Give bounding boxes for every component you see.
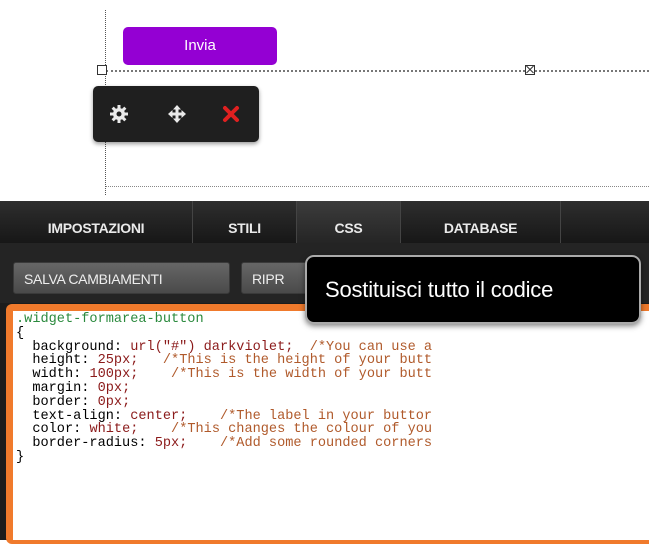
css-selector: .widget-formarea-button [16, 312, 204, 327]
tab-css[interactable]: CSS [297, 201, 401, 243]
tooltip-replace-all-code: Sostituisci tutto il codice [305, 255, 641, 324]
restore-button[interactable]: RIPR [241, 262, 311, 294]
code-comment: /*You can use a [309, 339, 433, 355]
canvas-guide-horizontal [106, 186, 649, 187]
submit-button[interactable]: Invia [123, 27, 277, 65]
code-line: background: [32, 339, 131, 355]
widget-toolbar [93, 86, 259, 142]
code-line: text-align: [32, 408, 131, 424]
code-line: margin: [32, 380, 98, 396]
code-comment: /*This is the width of your butt [171, 367, 433, 383]
code-line: height: [32, 353, 98, 369]
code-value: 0px; [97, 380, 131, 396]
code-value: 25px; [97, 353, 139, 369]
code-value: 0px; [97, 394, 131, 410]
code-line: border: [32, 394, 98, 410]
gear-icon[interactable] [99, 86, 139, 142]
resize-handle-left[interactable] [97, 65, 107, 75]
code-value: 100px; [89, 367, 139, 383]
code-comment: /*This changes the colour of you [171, 422, 433, 438]
code-value: center; [130, 408, 188, 424]
open-brace: { [16, 325, 25, 341]
code-line: width: [32, 367, 90, 383]
close-icon[interactable] [211, 86, 251, 142]
css-code[interactable]: .widget-formarea-button { background: ur… [16, 313, 432, 465]
save-changes-button[interactable]: SALVA CAMBIAMENTI [13, 262, 230, 294]
move-arrows-icon[interactable] [157, 86, 197, 142]
code-line: color: [32, 422, 90, 438]
code-comment: /*Add some rounded corners [219, 436, 433, 452]
code-comment: /*The label in your buttor [219, 408, 433, 424]
tab-impostazioni[interactable]: IMPOSTAZIONI [0, 201, 193, 243]
code-line: border-radius: [32, 436, 155, 452]
code-value: 5px; [154, 436, 188, 452]
tab-database[interactable]: DATABASE [401, 201, 561, 243]
code-value: white; [89, 422, 139, 438]
code-value: url("#") darkviolet; [130, 339, 294, 355]
resize-handle-right[interactable] [525, 65, 535, 75]
tab-stili[interactable]: STILI [193, 201, 297, 243]
close-brace: } [16, 449, 25, 465]
form-area-border [106, 70, 649, 72]
code-comment: /*This is the height of your butt [162, 353, 433, 369]
